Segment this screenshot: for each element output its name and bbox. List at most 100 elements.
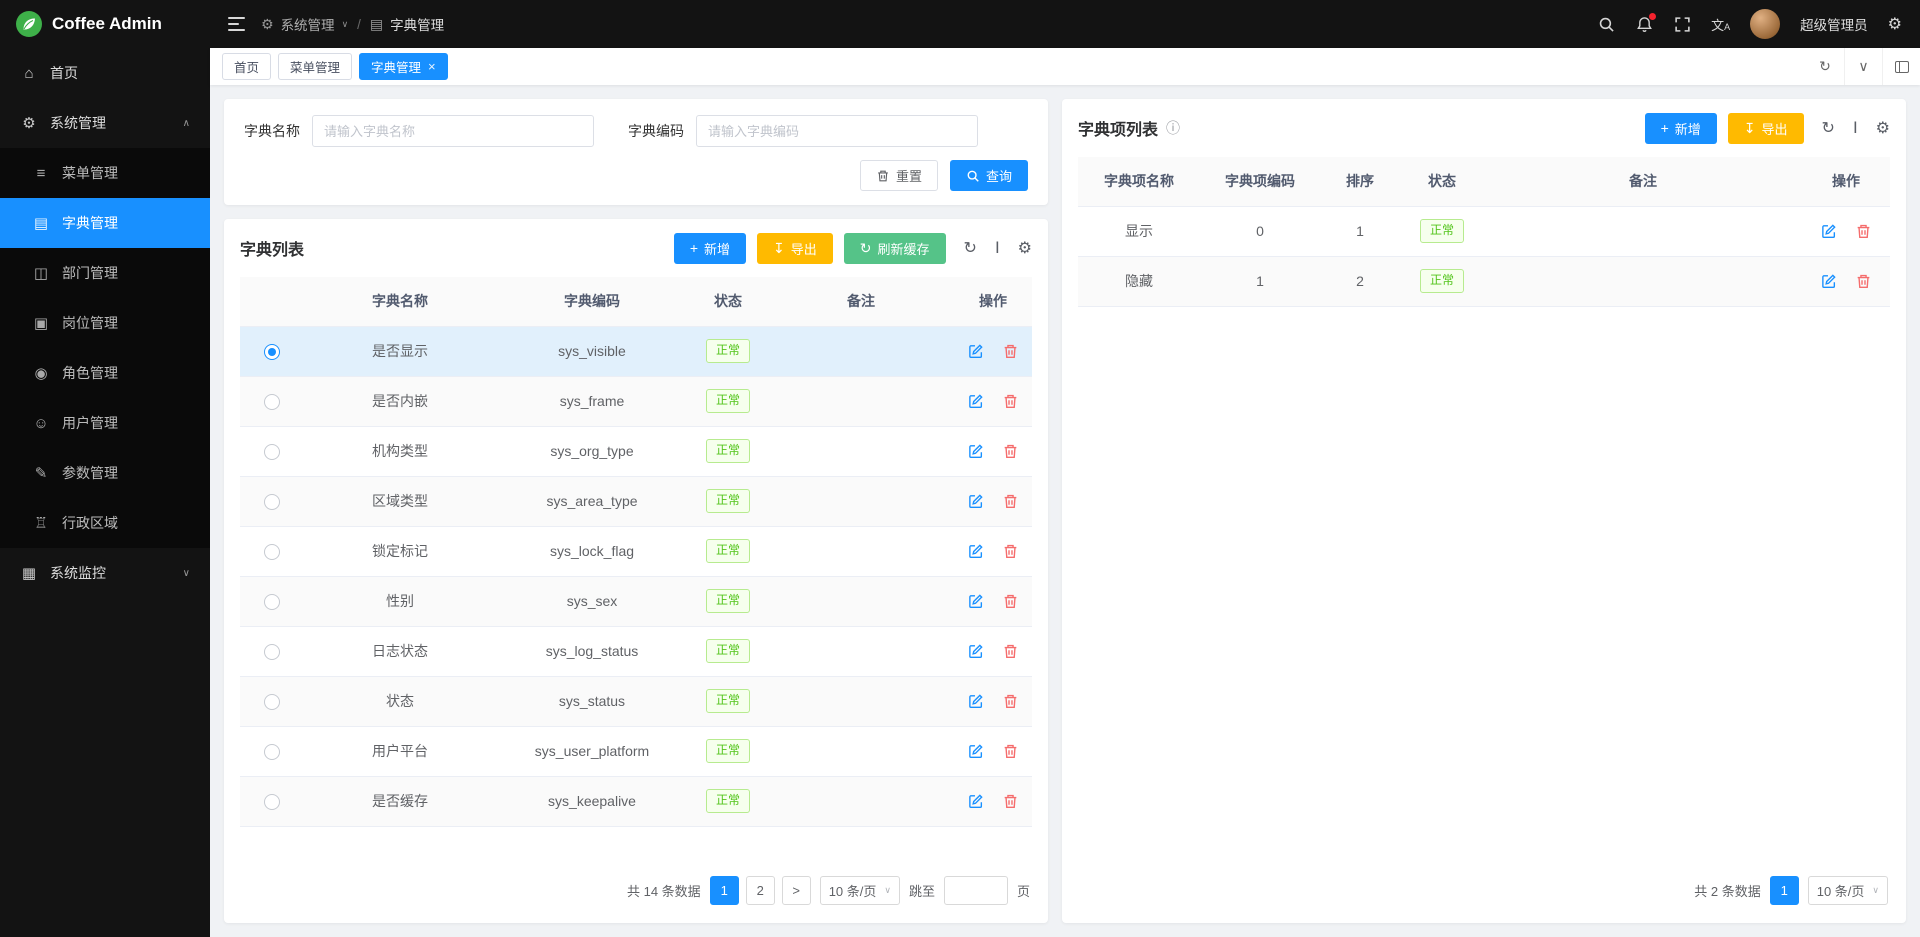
table-row[interactable]: 隐藏 1 2 正常 xyxy=(1078,256,1890,306)
delete-icon[interactable] xyxy=(1855,223,1872,240)
row-radio[interactable] xyxy=(264,594,280,610)
delete-icon[interactable] xyxy=(1002,343,1019,360)
row-radio[interactable] xyxy=(264,344,280,360)
settings-icon[interactable]: ⚙ xyxy=(1888,14,1902,34)
sidebar-item-dict-mgmt[interactable]: ▤ 字典管理 xyxy=(0,198,210,248)
table-row[interactable]: 状态 sys_status 正常 xyxy=(240,676,1032,726)
edit-icon[interactable] xyxy=(967,393,984,410)
edit-icon[interactable] xyxy=(967,743,984,760)
table-row[interactable]: 是否缓存 sys_keepalive 正常 xyxy=(240,776,1032,826)
edit-icon[interactable] xyxy=(967,593,984,610)
refresh-cache-button[interactable]: ↻ 刷新缓存 xyxy=(844,233,946,264)
table-row[interactable]: 日志状态 sys_log_status 正常 xyxy=(240,626,1032,676)
delete-icon[interactable] xyxy=(1002,593,1019,610)
table-row[interactable]: 显示 0 1 正常 xyxy=(1078,206,1890,256)
page-size-select[interactable]: 10 条/页 ∨ xyxy=(820,876,900,905)
delete-icon[interactable] xyxy=(1002,793,1019,810)
dict-code-input[interactable] xyxy=(696,115,978,147)
delete-icon[interactable] xyxy=(1002,493,1019,510)
app-logo[interactable]: Coffee Admin xyxy=(0,0,210,48)
sidebar-item-param-mgmt[interactable]: ✎ 参数管理 xyxy=(0,448,210,498)
table-row[interactable]: 机构类型 sys_org_type 正常 xyxy=(240,426,1032,476)
jump-page-input[interactable] xyxy=(944,876,1008,905)
layout-icon[interactable] xyxy=(1882,48,1920,85)
sidebar-item-dept-mgmt[interactable]: ◫ 部门管理 xyxy=(0,248,210,298)
row-radio[interactable] xyxy=(264,444,280,460)
table-settings-icon[interactable]: ⚙ xyxy=(1876,118,1890,138)
row-radio[interactable] xyxy=(264,644,280,660)
tab-字典管理[interactable]: 字典管理 × xyxy=(359,53,448,80)
refresh-icon[interactable]: ↻ xyxy=(1822,118,1835,138)
edit-icon[interactable] xyxy=(1820,223,1837,240)
query-button[interactable]: 查询 xyxy=(950,160,1028,191)
next-page-button[interactable]: > xyxy=(782,876,811,905)
row-radio[interactable] xyxy=(264,794,280,810)
sidebar-item-home[interactable]: ⌂ 首页 xyxy=(0,48,210,98)
add-item-button[interactable]: + 新增 xyxy=(1645,113,1717,144)
delete-icon[interactable] xyxy=(1002,393,1019,410)
page-button-1[interactable]: 1 xyxy=(1770,876,1799,905)
edit-icon[interactable] xyxy=(967,643,984,660)
refresh-icon[interactable]: ↻ xyxy=(964,238,977,258)
export-dict-button[interactable]: ↧ 导出 xyxy=(757,233,833,264)
delete-icon[interactable] xyxy=(1002,443,1019,460)
sidebar-item-monitor[interactable]: ▦ 系统监控 ∨ xyxy=(0,548,210,598)
table-row[interactable]: 锁定标记 sys_lock_flag 正常 xyxy=(240,526,1032,576)
delete-icon[interactable] xyxy=(1002,693,1019,710)
breadcrumb-root[interactable]: 系统管理 xyxy=(281,14,335,34)
edit-icon[interactable] xyxy=(967,493,984,510)
refresh-icon[interactable]: ↻ xyxy=(1806,48,1844,85)
info-icon[interactable]: ⓘ xyxy=(1166,118,1180,138)
table-row[interactable]: 是否内嵌 sys_frame 正常 xyxy=(240,376,1032,426)
page-size-select[interactable]: 10 条/页 ∨ xyxy=(1808,876,1888,905)
bell-icon[interactable] xyxy=(1635,15,1653,33)
column-settings-icon[interactable]: Ⅰ xyxy=(1853,118,1858,138)
dict-list-title: 字典列表 xyxy=(240,236,304,260)
dict-name-field: 字典名称 xyxy=(244,115,594,147)
table-row[interactable]: 性别 sys_sex 正常 xyxy=(240,576,1032,626)
table-row[interactable]: 是否显示 sys_visible 正常 xyxy=(240,326,1032,376)
avatar[interactable] xyxy=(1750,9,1780,39)
row-radio[interactable] xyxy=(264,494,280,510)
dict-name-input[interactable] xyxy=(312,115,594,147)
export-item-button[interactable]: ↧ 导出 xyxy=(1728,113,1804,144)
tab-菜单管理[interactable]: 菜单管理 xyxy=(278,53,352,80)
row-radio[interactable] xyxy=(264,394,280,410)
table-row[interactable]: 区域类型 sys_area_type 正常 xyxy=(240,476,1032,526)
sidebar-item-region-mgmt[interactable]: ♖ 行政区域 xyxy=(0,498,210,548)
add-dict-button[interactable]: + 新增 xyxy=(674,233,746,264)
delete-icon[interactable] xyxy=(1002,743,1019,760)
sidebar-item-post-mgmt[interactable]: ▣ 岗位管理 xyxy=(0,298,210,348)
reset-button[interactable]: 重置 xyxy=(860,160,938,191)
delete-icon[interactable] xyxy=(1002,543,1019,560)
tab-首页[interactable]: 首页 xyxy=(222,53,271,80)
status-badge: 正常 xyxy=(706,789,750,813)
sidebar-item-user-mgmt[interactable]: ☺ 用户管理 xyxy=(0,398,210,448)
row-radio[interactable] xyxy=(264,694,280,710)
column-settings-icon[interactable]: Ⅰ xyxy=(995,238,1000,258)
delete-icon[interactable] xyxy=(1002,643,1019,660)
table-settings-icon[interactable]: ⚙ xyxy=(1018,238,1032,258)
chevron-down-icon[interactable]: ∨ xyxy=(1844,48,1882,85)
edit-icon[interactable] xyxy=(967,443,984,460)
row-radio[interactable] xyxy=(264,744,280,760)
page-button-1[interactable]: 1 xyxy=(710,876,739,905)
sidebar-item-system[interactable]: ⚙ 系统管理 ∧ xyxy=(0,98,210,148)
fullscreen-icon[interactable] xyxy=(1673,15,1691,33)
translate-icon[interactable]: 文A xyxy=(1711,15,1730,34)
edit-icon[interactable] xyxy=(967,343,984,360)
edit-icon[interactable] xyxy=(1820,273,1837,290)
sidebar-item-role-mgmt[interactable]: ◉ 角色管理 xyxy=(0,348,210,398)
close-icon[interactable]: × xyxy=(428,60,436,73)
row-radio[interactable] xyxy=(264,544,280,560)
edit-icon[interactable] xyxy=(967,793,984,810)
edit-icon[interactable] xyxy=(967,693,984,710)
menu-collapse-icon[interactable] xyxy=(228,17,245,31)
search-icon[interactable] xyxy=(1597,15,1615,33)
dict-item-panel: 字典项列表 ⓘ + 新增 ↧ 导出 ↻ Ⅰ ⚙ xyxy=(1062,99,1906,923)
edit-icon[interactable] xyxy=(967,543,984,560)
delete-icon[interactable] xyxy=(1855,273,1872,290)
table-row[interactable]: 用户平台 sys_user_platform 正常 xyxy=(240,726,1032,776)
page-button-2[interactable]: 2 xyxy=(746,876,775,905)
sidebar-item-menu-mgmt[interactable]: ≡ 菜单管理 xyxy=(0,148,210,198)
